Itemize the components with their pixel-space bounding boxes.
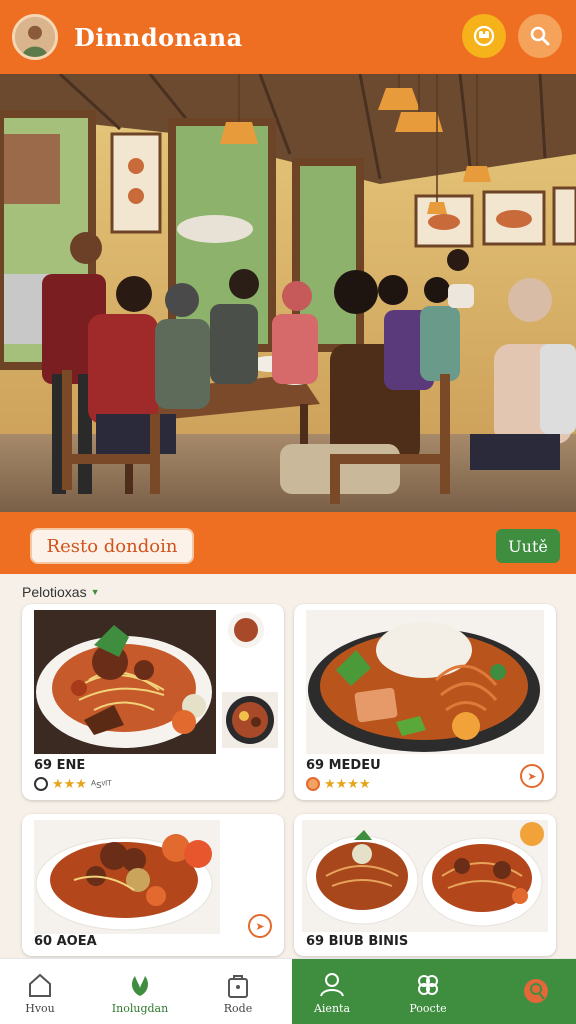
search-button[interactable]: [518, 14, 562, 58]
clover-icon: [418, 974, 438, 995]
food-card[interactable]: 69 ENE ★★★ ᴬꜱᵛᴵᵀ: [22, 604, 284, 800]
food-image: [302, 820, 548, 932]
section-label: Pelotioxas: [22, 584, 87, 600]
food-card[interactable]: 60 AOEA ➤: [22, 814, 284, 956]
bag-icon: [228, 974, 248, 998]
rating-circle-icon: [34, 777, 48, 791]
home-icon: [29, 973, 51, 997]
food-section: Pelotioxas ▼ 69 ENE ★★★ ᴬꜱᵛᴵᵀ 69 MEDEU ★…: [0, 574, 576, 958]
leaf-icon: [132, 975, 148, 996]
rating-stars: ★★★★: [324, 776, 371, 791]
nav-label: Inolugdan: [111, 1001, 169, 1015]
chef-hat-button[interactable]: [462, 14, 506, 58]
bottom-nav: Hvou Inolugdan Rode Aienta Poocte: [0, 958, 576, 1024]
app-title: Dinndonana: [74, 22, 243, 52]
hero-restaurant-image: ✝: [0, 74, 576, 512]
nav-item-poocte[interactable]: Poocte: [380, 959, 476, 1024]
action-banner: Resto dondoin Uutě: [0, 512, 576, 574]
nav-label: Hvou: [25, 1001, 55, 1015]
person-icon: [320, 972, 344, 996]
nav-item-rode[interactable]: Rode: [190, 959, 286, 1024]
nav-item-home[interactable]: Hvou: [0, 959, 88, 1024]
resto-button[interactable]: Resto dondoin: [30, 528, 194, 564]
food-name: 60 AOEA: [34, 934, 97, 949]
chevron-down-icon: ▼: [90, 587, 100, 597]
person-avatar-icon: [15, 17, 55, 57]
food-image: [306, 610, 544, 754]
food-name: 69 BIUB BINIS: [306, 934, 409, 949]
app-header: Dinndonana: [0, 0, 576, 74]
food-card[interactable]: 69 BIUB BINIS: [294, 814, 556, 956]
restaurant-scene: [0, 74, 576, 512]
food-name: 69 MEDEU: [306, 758, 381, 773]
nav-item-aienta[interactable]: Aienta: [284, 959, 380, 1024]
rating-stars: ★★★: [52, 776, 87, 791]
food-image: [34, 610, 216, 754]
unit-button[interactable]: Uutě: [496, 529, 560, 563]
food-rating: ★★★ ᴬꜱᵛᴵᵀ: [34, 776, 112, 792]
side-dish-image: [222, 692, 278, 748]
rating-label: ᴬꜱᵛᴵᵀ: [90, 778, 112, 791]
food-name: 69 ENE: [34, 758, 86, 773]
nav-item-map[interactable]: [488, 959, 576, 1024]
food-rating: ★★★★: [306, 776, 371, 792]
section-filter[interactable]: Pelotioxas ▼: [22, 584, 100, 600]
share-icon: [526, 322, 572, 512]
food-image: [34, 820, 220, 934]
food-card[interactable]: 69 MEDEU ★★★★ ➤: [294, 604, 556, 800]
search-icon: [530, 26, 550, 46]
nav-label: Rode: [223, 1001, 253, 1015]
nav-label: Poocte: [409, 1001, 447, 1015]
map-pin-icon: [524, 979, 548, 1003]
nav-label: Aienta: [313, 1001, 351, 1015]
nav-item-inolugdan[interactable]: Inolugdan: [92, 959, 188, 1024]
garnish-image: [228, 612, 264, 648]
location-pin-icon[interactable]: ➤: [248, 914, 272, 938]
chef-hat-icon: [473, 25, 495, 47]
location-pin-icon[interactable]: ➤: [520, 764, 544, 788]
avatar[interactable]: [12, 14, 58, 60]
rating-circle-icon: [306, 777, 320, 791]
